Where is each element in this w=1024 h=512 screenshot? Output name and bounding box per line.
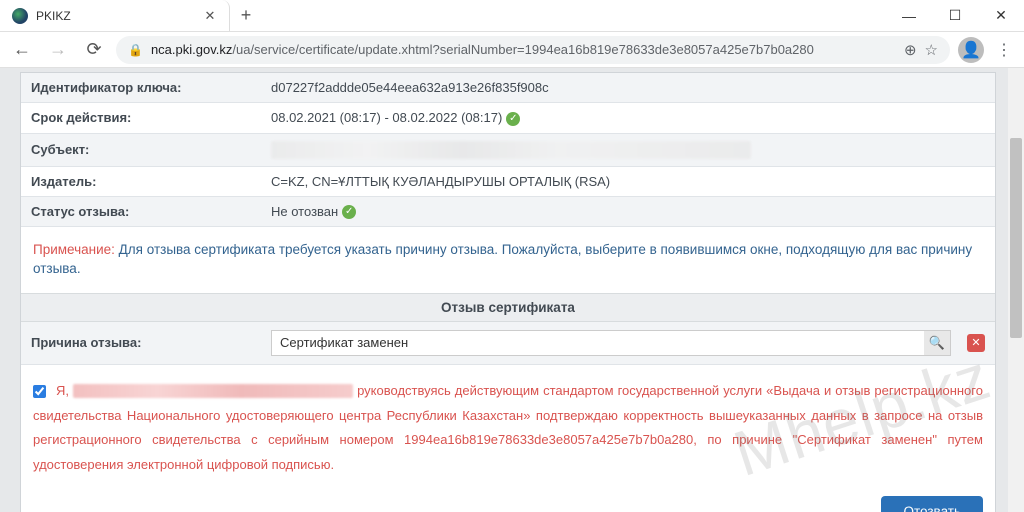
address-bar[interactable]: 🔒 nca.pki.gov.kz/ua/service/certificate/… <box>116 36 950 64</box>
browser-tab[interactable]: PKIKZ ✕ <box>0 0 230 31</box>
reason-value: Сертификат заменен <box>272 335 924 350</box>
certificate-info-table: Идентификатор ключа: d07227f2addde05e44e… <box>21 73 995 227</box>
window-maximize-button[interactable]: ☐ <box>932 0 978 31</box>
table-row: Издатель: C=KZ, CN=ҰЛТТЫҚ КУӘЛАНДЫРУШЫ О… <box>21 166 995 196</box>
subject-label: Субъект: <box>21 133 261 166</box>
search-icon[interactable]: 🔍 <box>924 331 950 355</box>
issuer-value: C=KZ, CN=ҰЛТТЫҚ КУӘЛАНДЫРУШЫ ОРТАЛЫҚ (RS… <box>261 166 995 196</box>
reload-button[interactable]: ⟳ <box>80 36 108 64</box>
note-text: Примечание: Для отзыва сертификата требу… <box>21 227 995 293</box>
issuer-label: Издатель: <box>21 166 261 196</box>
reason-label: Причина отзыва: <box>31 335 259 350</box>
confirmation-text: Я, руководствуясь действующим стандартом… <box>21 365 995 488</box>
key-id-label: Идентификатор ключа: <box>21 73 261 103</box>
close-icon[interactable]: ✕ <box>203 9 217 23</box>
validity-label: Срок действия: <box>21 103 261 134</box>
table-row: Срок действия: 08.02.2021 (08:17) - 08.0… <box>21 103 995 134</box>
subject-value <box>261 133 995 166</box>
scrollbar-thumb[interactable] <box>1010 138 1022 338</box>
revoke-button[interactable]: Отозвать <box>881 496 983 512</box>
main-panel: Идентификатор ключа: d07227f2addde05e44e… <box>20 72 996 512</box>
back-button[interactable]: ← <box>8 36 36 64</box>
favicon-icon <box>12 8 28 24</box>
confirm-checkbox[interactable] <box>33 385 46 398</box>
reason-row: Причина отзыва: Сертификат заменен 🔍 ✕ <box>21 322 995 365</box>
revoke-status-value: Не отозван✓ <box>261 196 995 227</box>
new-tab-button[interactable]: + <box>230 0 262 31</box>
star-icon[interactable]: ☆ <box>925 41 938 59</box>
url-text: nca.pki.gov.kz/ua/service/certificate/up… <box>151 42 896 57</box>
check-icon: ✓ <box>342 205 356 219</box>
lock-icon: 🔒 <box>128 43 143 57</box>
revoke-status-label: Статус отзыва: <box>21 196 261 227</box>
tab-title: PKIKZ <box>36 9 195 23</box>
forward-button[interactable]: → <box>44 36 72 64</box>
section-title: Отзыв сертификата <box>21 293 995 322</box>
menu-icon[interactable]: ⋮ <box>992 40 1016 60</box>
window-minimize-button[interactable]: — <box>886 0 932 31</box>
redacted-text <box>271 141 751 159</box>
profile-avatar[interactable]: 👤 <box>958 37 984 63</box>
window-close-button[interactable]: ✕ <box>978 0 1024 31</box>
clear-reason-button[interactable]: ✕ <box>967 334 985 352</box>
table-row: Статус отзыва: Не отозван✓ <box>21 196 995 227</box>
redacted-name <box>73 384 353 398</box>
table-row: Субъект: <box>21 133 995 166</box>
reason-input[interactable]: Сертификат заменен 🔍 <box>271 330 951 356</box>
key-id-value: d07227f2addde05e44eea632a913e26f835f908c <box>261 73 995 103</box>
check-icon: ✓ <box>506 112 520 126</box>
search-in-page-icon[interactable]: ⊕ <box>904 41 917 59</box>
validity-value: 08.02.2021 (08:17) - 08.02.2022 (08:17)✓ <box>261 103 995 134</box>
scrollbar[interactable] <box>1008 68 1024 512</box>
table-row: Идентификатор ключа: d07227f2addde05e44e… <box>21 73 995 103</box>
